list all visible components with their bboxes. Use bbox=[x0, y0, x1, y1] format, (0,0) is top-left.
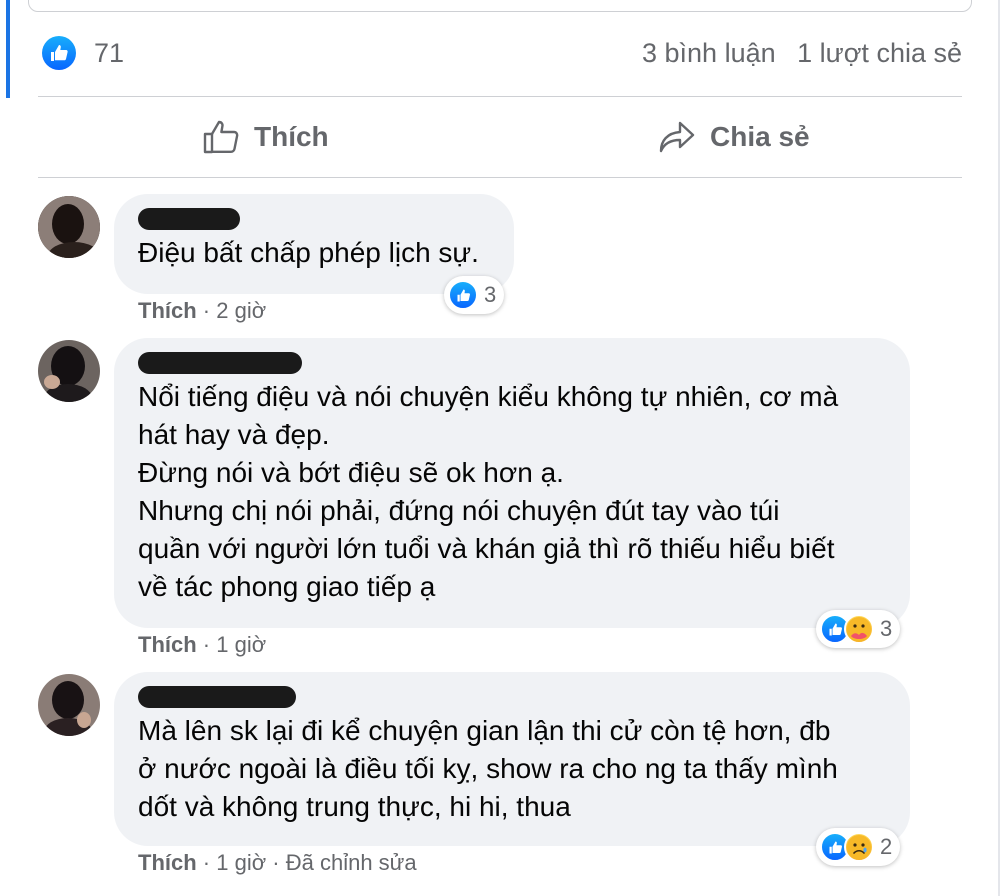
comment-bubble: Mà lên sk lại đi kể chuyện gian lận thi … bbox=[114, 672, 910, 846]
comment-reactions[interactable]: 3 bbox=[816, 610, 901, 648]
divider-top bbox=[38, 96, 962, 97]
meta-separator: · bbox=[202, 850, 217, 875]
comment-time[interactable]: 2 giờ bbox=[216, 298, 266, 323]
comment-meta: Thích · 1 giờ bbox=[138, 632, 266, 658]
comment-like-link[interactable]: Thích bbox=[138, 850, 197, 875]
previous-content-edge bbox=[28, 0, 972, 12]
commenter-name-redacted[interactable] bbox=[138, 686, 296, 708]
reaction-count: 3 bbox=[880, 616, 893, 641]
share-count-link[interactable]: 1 lượt chia sẻ bbox=[797, 38, 962, 68]
meta-separator: · bbox=[202, 632, 217, 657]
like-button[interactable]: Thích bbox=[202, 112, 329, 162]
comment-text: Điệu bất chấp phép lịch sự. bbox=[138, 237, 479, 268]
sad-icon bbox=[844, 832, 874, 862]
commenter-avatar[interactable] bbox=[38, 340, 100, 402]
stats-right: 3 bình luận 1 lượt chia sẻ bbox=[642, 38, 962, 69]
share-button[interactable]: Chia sẻ bbox=[658, 112, 810, 162]
post-card: 71 3 bình luận 1 lượt chia sẻ Thích Chia… bbox=[0, 0, 1000, 896]
like-button-label: Thích bbox=[254, 121, 329, 152]
comment-time[interactable]: 1 giờ bbox=[216, 632, 266, 657]
reaction-count: 3 bbox=[484, 282, 497, 307]
comment-meta: Thích · 1 giờ · Đã chỉnh sửa bbox=[138, 850, 417, 876]
comment-like-link[interactable]: Thích bbox=[138, 298, 197, 323]
comment-bubble: Nổi tiếng điệu và nói chuyện kiểu không … bbox=[114, 338, 910, 628]
like-count[interactable]: 71 bbox=[94, 38, 124, 69]
meta-separator: · bbox=[202, 298, 217, 323]
comment-like-link[interactable]: Thích bbox=[138, 632, 197, 657]
divider-bottom bbox=[38, 177, 962, 178]
comment-count-link[interactable]: 3 bình luận bbox=[642, 38, 776, 68]
edited-label[interactable]: Đã chỉnh sửa bbox=[286, 850, 417, 875]
comment-reactions[interactable]: 2 bbox=[816, 828, 901, 866]
comment-meta: Thích · 2 giờ bbox=[138, 298, 266, 324]
care-icon bbox=[844, 614, 874, 644]
focus-accent-bar bbox=[6, 0, 10, 98]
comment-text: Mà lên sk lại đi kể chuyện gian lận thi … bbox=[138, 715, 838, 822]
comment-reactions[interactable]: 3 bbox=[444, 276, 505, 314]
reaction-count: 2 bbox=[880, 834, 893, 859]
comment-text: Nổi tiếng điệu và nói chuyện kiểu không … bbox=[138, 381, 839, 602]
meta-separator: · bbox=[272, 850, 286, 875]
like-icon bbox=[448, 280, 478, 310]
commenter-avatar[interactable] bbox=[38, 196, 100, 258]
commenter-avatar[interactable] bbox=[38, 674, 100, 736]
share-arrow-icon bbox=[658, 120, 696, 154]
commenter-name-redacted[interactable] bbox=[138, 208, 240, 230]
thumbs-up-icon bbox=[202, 119, 240, 155]
post-stats: 71 3 bình luận 1 lượt chia sẻ bbox=[40, 30, 962, 76]
comment-time[interactable]: 1 giờ bbox=[216, 850, 266, 875]
like-reaction-icon[interactable] bbox=[42, 36, 76, 70]
commenter-name-redacted[interactable] bbox=[138, 352, 302, 374]
share-button-label: Chia sẻ bbox=[710, 121, 810, 152]
